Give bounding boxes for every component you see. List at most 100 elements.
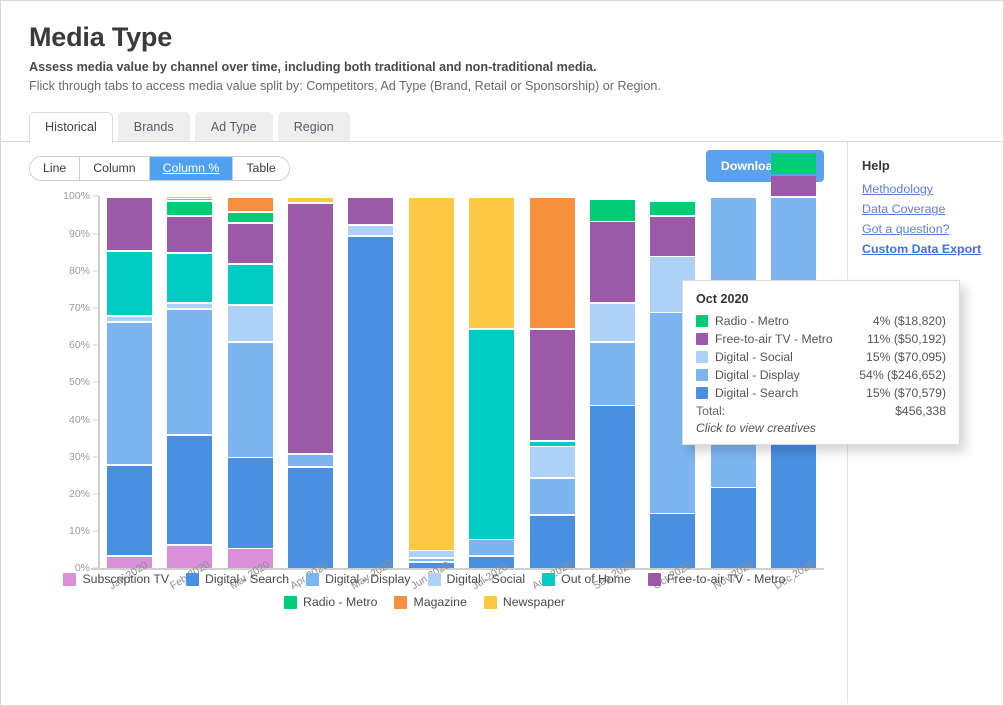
help-link-got-a-question[interactable]: Got a question? <box>862 222 1003 236</box>
bar-column[interactable] <box>348 196 394 569</box>
legend-swatch-icon <box>394 595 408 609</box>
bar-segment[interactable] <box>408 197 454 550</box>
chart-tooltip[interactable]: Oct 2020 Radio - Metro 4% ($18,820) Free-t… <box>682 280 960 445</box>
bar-segment[interactable] <box>167 198 213 201</box>
bar-column[interactable] <box>287 196 333 569</box>
legend-item[interactable]: Magazine <box>394 595 467 609</box>
legend-label: Newspaper <box>502 595 566 610</box>
bar-segment[interactable] <box>529 330 575 441</box>
bar-segment[interactable] <box>529 441 575 446</box>
bar-column[interactable] <box>469 196 515 569</box>
bar-column[interactable] <box>529 196 575 569</box>
bar-segment[interactable] <box>771 153 817 175</box>
chart-legend: Subscription TV Digital - Search Digital -… <box>1 572 848 618</box>
tooltip-total-value: $456,338 <box>895 404 946 418</box>
bar-segment[interactable] <box>227 305 273 342</box>
legend-item[interactable]: Digital - Display <box>306 572 411 587</box>
view-mode-table[interactable]: Table <box>233 157 289 181</box>
bar-segment[interactable] <box>227 264 273 305</box>
legend-item[interactable]: Newspaper <box>483 595 566 610</box>
tab-brands[interactable]: Brands <box>117 112 190 143</box>
legend-swatch-icon <box>283 595 297 609</box>
help-title: Help <box>862 158 890 174</box>
bar-segment[interactable] <box>529 447 575 478</box>
bar-segment[interactable] <box>590 199 636 221</box>
bar-segment[interactable] <box>287 203 333 454</box>
tooltip-swatch-icon <box>696 387 708 399</box>
bar-column[interactable] <box>167 196 213 569</box>
legend-label: Radio - Metro <box>302 595 378 610</box>
bar-segment[interactable] <box>106 317 152 321</box>
bar-segment[interactable] <box>287 454 333 467</box>
bar-segment[interactable] <box>469 197 515 329</box>
legend-label: Subscription TV <box>82 572 170 587</box>
bar-column[interactable] <box>408 196 454 569</box>
view-mode-line[interactable]: Line <box>30 157 81 181</box>
tab-bar-divider <box>1 141 1003 143</box>
bar-segment[interactable] <box>529 197 575 329</box>
bar-segment[interactable] <box>227 197 273 212</box>
bar-segment[interactable] <box>167 309 213 435</box>
bar-column[interactable] <box>590 196 636 569</box>
legend-item[interactable]: Free-to-air TV - Metro <box>647 572 786 586</box>
bar-segment[interactable] <box>650 216 696 256</box>
bar-segment[interactable] <box>771 175 817 197</box>
help-link-custom-data-export[interactable]: Custom Data Export <box>862 242 1003 256</box>
bar-segment[interactable] <box>167 253 213 303</box>
legend-item[interactable]: Digital - Search <box>186 572 289 586</box>
tab-region[interactable]: Region <box>277 112 350 143</box>
bar-segment[interactable] <box>469 330 515 539</box>
bar-column[interactable] <box>227 196 273 569</box>
legend-swatch-icon <box>186 572 200 586</box>
bar-segment[interactable] <box>590 222 636 303</box>
bar-segment[interactable] <box>590 303 636 342</box>
bar-segment[interactable] <box>167 436 213 545</box>
tab-label: Brands <box>133 120 174 135</box>
bar-segment[interactable] <box>227 343 273 457</box>
bar-segment[interactable] <box>348 197 394 225</box>
bar-segment[interactable] <box>590 343 636 405</box>
bar-segment[interactable] <box>469 540 515 556</box>
bar-segment[interactable] <box>529 478 575 515</box>
bar-segment[interactable] <box>227 224 273 264</box>
bar-segment[interactable] <box>287 467 333 569</box>
help-link-methodology[interactable]: Methodology <box>862 182 1003 196</box>
tooltip-row: Digital - Display 54% ($246,652) <box>696 366 946 384</box>
tooltip-series-value: 54% ($246,652) <box>859 368 946 382</box>
bar-segment[interactable] <box>227 212 273 223</box>
bar-segment[interactable] <box>650 201 696 215</box>
bar-segment[interactable] <box>348 225 394 236</box>
bar-segment[interactable] <box>167 216 213 253</box>
view-mode-column-percent[interactable]: Column % <box>149 157 234 181</box>
legend-label: Digital - Display <box>325 572 411 587</box>
view-mode-column[interactable]: Column <box>80 157 150 181</box>
bar-segment[interactable] <box>287 197 333 202</box>
tab-ad-type[interactable]: Ad Type <box>194 112 273 143</box>
tooltip-note: Click to view creatives <box>696 421 816 435</box>
bar-segment[interactable] <box>167 197 213 199</box>
tooltip-swatch-icon <box>696 333 708 345</box>
bar-segment[interactable] <box>590 406 636 569</box>
bar-segment[interactable] <box>106 197 152 251</box>
bar-segment[interactable] <box>227 458 273 548</box>
bar-segment[interactable] <box>106 465 152 556</box>
bar-segment[interactable] <box>106 251 152 316</box>
tab-historical[interactable]: Historical <box>29 112 113 144</box>
page-subtitle-primary: Assess media value by channel over time,… <box>29 60 597 75</box>
bar-segment[interactable] <box>167 303 213 308</box>
legend-label: Digital - Search <box>205 572 290 587</box>
bar-segment[interactable] <box>348 237 394 569</box>
legend-item[interactable]: Digital - Social <box>427 572 525 586</box>
legend-item[interactable]: Out of Home <box>542 572 631 586</box>
bar-segment[interactable] <box>710 488 756 569</box>
bar-column[interactable] <box>106 196 152 569</box>
tooltip-series-name: Radio - Metro <box>715 314 789 328</box>
bar-segment[interactable] <box>106 322 152 465</box>
y-axis-tick-mark <box>93 270 99 272</box>
tooltip-swatch-icon <box>696 315 708 327</box>
help-link-data-coverage[interactable]: Data Coverage <box>862 202 1003 216</box>
legend-item[interactable]: Subscription TV <box>63 572 169 586</box>
legend-item[interactable]: Radio - Metro <box>283 595 378 610</box>
bar-segment[interactable] <box>167 201 213 215</box>
bar-segment[interactable] <box>408 551 454 558</box>
